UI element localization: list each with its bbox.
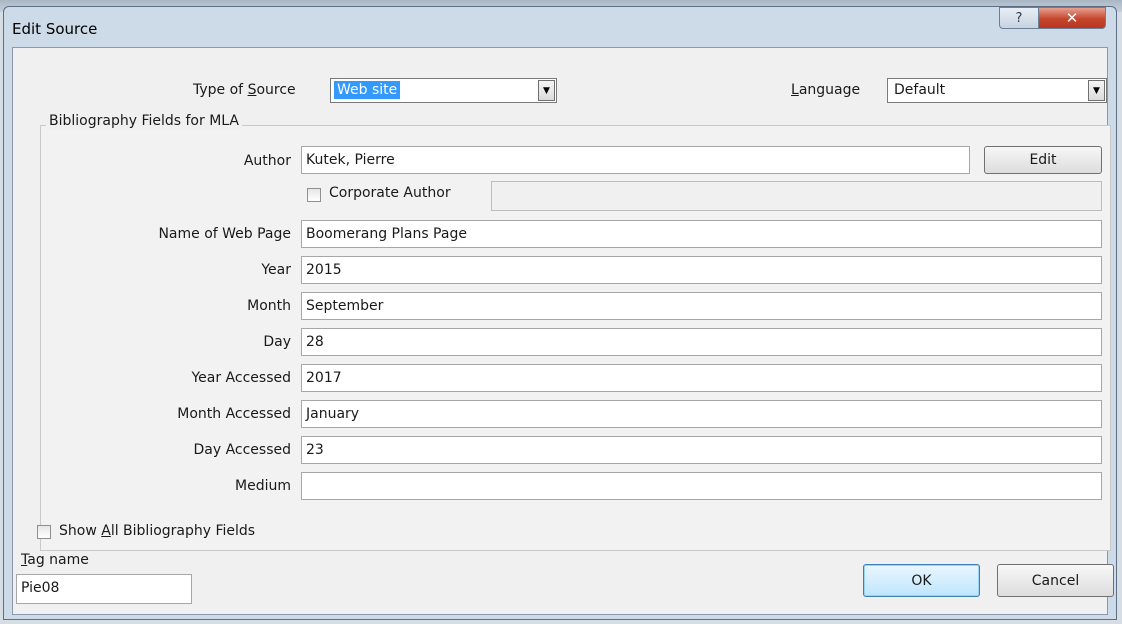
chevron-down-icon[interactable]: ▼ [1088, 80, 1105, 101]
year-accessed-label: Year Accessed [191, 370, 291, 386]
day-label: Day [263, 334, 291, 350]
year-label: Year [261, 262, 291, 278]
language-dropdown[interactable]: Default ▼ [887, 78, 1107, 103]
show-all-fields-checkbox[interactable] [37, 525, 51, 539]
day-field[interactable]: 28 [301, 328, 1102, 356]
month-label: Month [247, 298, 291, 314]
close-button[interactable]: ✕ [1038, 7, 1106, 29]
title-bar: Edit Source ? ✕ [4, 7, 1116, 47]
day-accessed-label: Day Accessed [193, 442, 291, 458]
author-field[interactable]: Kutek, Pierre [301, 146, 970, 174]
corporate-author-label: Corporate Author [329, 185, 451, 201]
cancel-button[interactable]: Cancel [997, 564, 1114, 597]
tag-name-label: Tag name [21, 552, 89, 568]
chevron-down-icon[interactable]: ▼ [538, 80, 555, 101]
year-field[interactable]: 2015 [301, 256, 1102, 284]
name-of-web-page-field[interactable]: Boomerang Plans Page [301, 220, 1102, 248]
medium-label: Medium [235, 478, 291, 494]
month-field[interactable]: September [301, 292, 1102, 320]
dialog-title: Edit Source [12, 20, 98, 38]
type-of-source-value: Web site [334, 81, 401, 99]
tag-name-field[interactable]: Pie08 [16, 574, 192, 604]
corporate-author-checkbox[interactable] [307, 188, 321, 202]
type-of-source-label: Type of Source [193, 82, 296, 98]
help-icon: ? [1015, 10, 1023, 26]
bibliography-group-label: Bibliography Fields for MLA [46, 113, 242, 129]
type-of-source-dropdown[interactable]: Web site ▼ [330, 78, 557, 103]
language-value: Default [894, 82, 946, 98]
show-all-fields-label: Show All Bibliography Fields [59, 523, 256, 539]
help-button[interactable]: ? [999, 7, 1039, 29]
close-icon: ✕ [1065, 9, 1079, 27]
edit-author-button[interactable]: Edit [984, 146, 1102, 174]
day-accessed-field[interactable]: 23 [301, 436, 1102, 464]
language-label: Language [791, 82, 861, 98]
dialog-body: Type of Source Web site ▼ Language Defau… [12, 47, 1114, 615]
ok-button[interactable]: OK [863, 564, 980, 597]
month-accessed-field[interactable]: January [301, 400, 1102, 428]
edit-source-dialog: Edit Source ? ✕ Type of Source Web site … [3, 6, 1117, 620]
year-accessed-field[interactable]: 2017 [301, 364, 1102, 392]
author-label: Author [243, 153, 291, 169]
month-accessed-label: Month Accessed [177, 406, 291, 422]
medium-field[interactable] [301, 472, 1102, 500]
corporate-author-field[interactable] [491, 181, 1102, 211]
name-of-web-page-label: Name of Web Page [158, 226, 291, 242]
